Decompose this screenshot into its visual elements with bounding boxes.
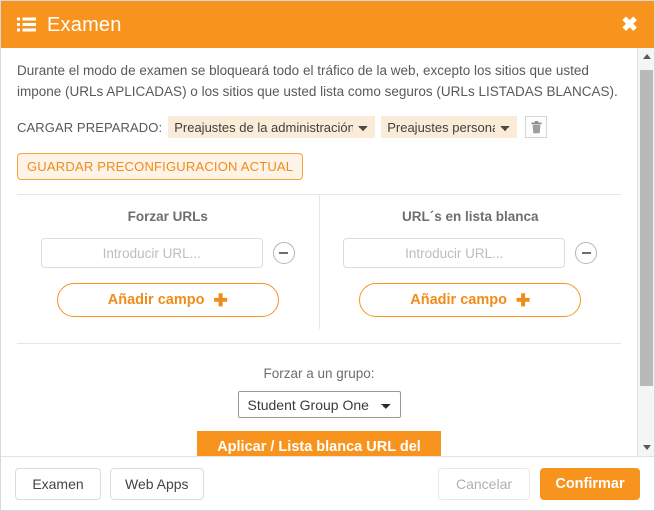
whitelist-urls-column: URL´s en lista blanca Añadir campo ✚: [320, 195, 622, 329]
plus-icon: ✚: [515, 290, 531, 310]
url-columns: Forzar URLs Añadir campo ✚ URL´s en list…: [17, 195, 621, 329]
scroll-down-icon[interactable]: [638, 439, 654, 456]
whitelist-urls-title: URL´s en lista blanca: [401, 209, 539, 224]
apply-group-button[interactable]: Aplicar / Lista blanca URL del grupo: [197, 431, 441, 456]
force-url-input[interactable]: [40, 238, 263, 268]
force-urls-column: Forzar URLs Añadir campo ✚: [17, 195, 320, 329]
group-select[interactable]: Student Group One: [237, 391, 401, 418]
close-icon[interactable]: ✖: [621, 15, 638, 35]
confirm-button[interactable]: Confirmar: [540, 467, 640, 500]
cancel-button[interactable]: Cancelar: [438, 467, 530, 500]
minus-circle-icon-force[interactable]: [272, 242, 295, 264]
add-force-url-button[interactable]: Añadir campo ✚: [56, 283, 279, 317]
force-urls-title: Forzar URLs: [127, 209, 208, 224]
force-urls-field-row: [40, 238, 295, 268]
exam-mode-dialog: Examen ✖ Durante el modo de examen se bl…: [0, 0, 655, 511]
trash-glyph: [531, 120, 542, 133]
titlebar-left: Examen: [17, 15, 122, 35]
load-preset-row: CARGAR PREPARADO: Preajustes de la admin…: [17, 116, 621, 138]
description-text: Durante el modo de examen se bloqueará t…: [17, 63, 618, 99]
personal-preset-select[interactable]: Preajustes personali: [381, 116, 518, 138]
group-section: Forzar a un grupo: Student Group One Apl…: [17, 344, 621, 456]
dialog-body: Durante el modo de examen se bloqueará t…: [1, 48, 654, 457]
add-whitelist-url-label: Añadir campo: [410, 292, 507, 308]
group-label: Forzar a un grupo:: [263, 366, 375, 381]
minus-circle-icon-whitelist[interactable]: [575, 242, 598, 264]
tab-examen[interactable]: Examen: [15, 467, 101, 500]
dialog-title: Examen: [47, 13, 122, 36]
scrollbar-thumb[interactable]: [640, 70, 653, 386]
list-icon: [17, 17, 36, 32]
dialog-content: Durante el modo de examen se bloqueará t…: [1, 48, 637, 456]
add-force-url-label: Añadir campo: [107, 292, 205, 308]
load-preset-label: CARGAR PREPARADO:: [17, 119, 163, 135]
whitelist-urls-field-row: [343, 238, 598, 268]
minus-glyph: [581, 252, 591, 254]
save-preset-button[interactable]: GUARDAR PRECONFIGURACION ACTUAL: [17, 153, 304, 180]
trash-icon[interactable]: [525, 116, 548, 138]
tab-web-apps[interactable]: Web Apps: [110, 467, 204, 500]
minus-glyph: [279, 252, 289, 254]
whitelist-url-input[interactable]: [343, 238, 566, 268]
vertical-scrollbar[interactable]: [637, 48, 654, 456]
dialog-footer: Examen Web Apps Cancelar Confirmar: [1, 457, 654, 510]
triangle-down-glyph: [642, 445, 651, 450]
plus-icon: ✚: [213, 290, 228, 310]
scroll-up-icon[interactable]: [638, 48, 654, 65]
dialog-titlebar: Examen ✖: [1, 1, 654, 48]
admin-preset-select[interactable]: Preajustes de la administración: [168, 116, 376, 138]
triangle-up-glyph: [642, 54, 651, 59]
add-whitelist-url-button[interactable]: Añadir campo ✚: [359, 283, 582, 317]
